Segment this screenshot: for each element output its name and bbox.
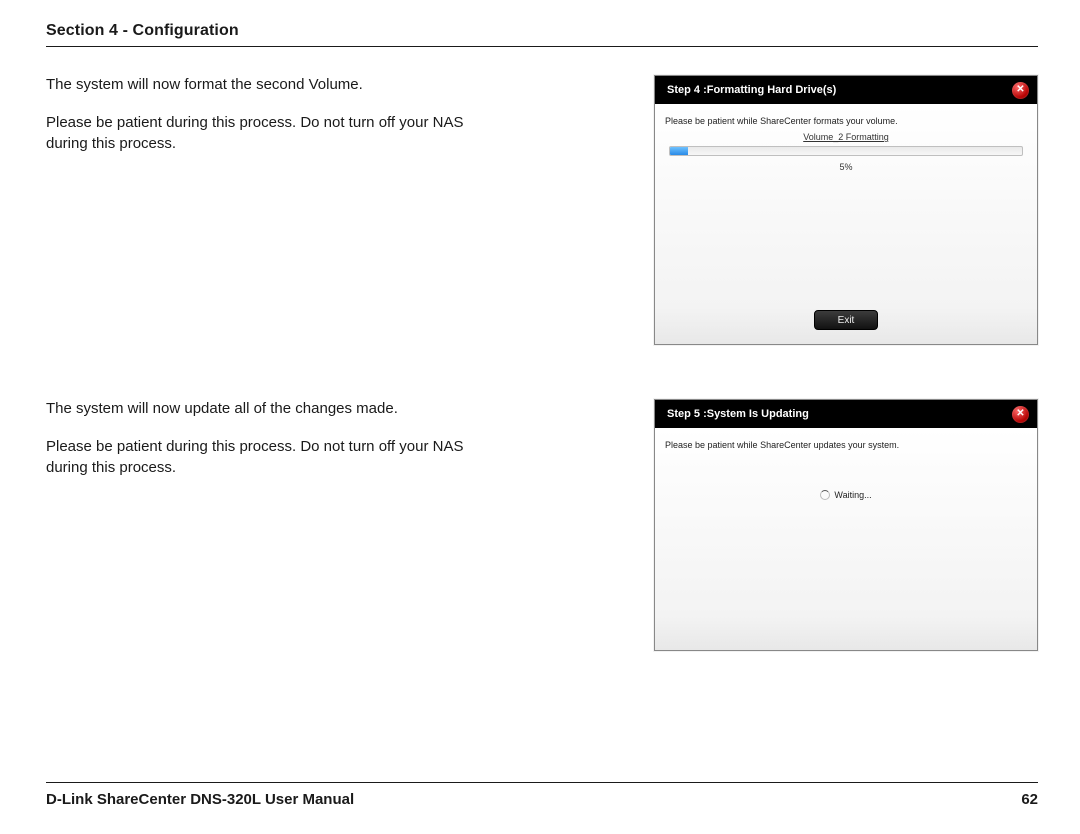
dialog-body: Please be patient while ShareCenter upda… bbox=[655, 428, 1037, 650]
format-dialog: Step 4 :Formatting Hard Drive(s) ✕ Pleas… bbox=[654, 75, 1038, 345]
waiting-indicator: Waiting... bbox=[665, 490, 1027, 500]
dialog-instruction: Please be patient while ShareCenter upda… bbox=[665, 440, 1027, 450]
update-row: The system will now update all of the ch… bbox=[46, 399, 1038, 651]
format-paragraph-2: Please be patient during this process. D… bbox=[46, 113, 466, 154]
close-icon[interactable]: ✕ bbox=[1012, 82, 1029, 99]
progress-fill bbox=[670, 147, 688, 155]
dialog-footer: Exit bbox=[665, 302, 1027, 334]
spinner-icon bbox=[820, 490, 830, 500]
page-number: 62 bbox=[1021, 791, 1038, 808]
page-footer: D-Link ShareCenter DNS-320L User Manual … bbox=[46, 782, 1038, 808]
dialog-header: Step 4 :Formatting Hard Drive(s) ✕ bbox=[655, 76, 1037, 104]
manual-title: D-Link ShareCenter DNS-320L User Manual bbox=[46, 791, 354, 808]
dialog-instruction: Please be patient while ShareCenter form… bbox=[665, 116, 1027, 126]
dialog-title: Step 5 :System Is Updating bbox=[667, 408, 809, 420]
dialog-body: Please be patient while ShareCenter form… bbox=[655, 104, 1037, 344]
progress-percent: 5% bbox=[665, 162, 1027, 172]
update-text: The system will now update all of the ch… bbox=[46, 399, 466, 478]
format-row: The system will now format the second Vo… bbox=[46, 75, 1038, 345]
format-paragraph-1: The system will now format the second Vo… bbox=[46, 75, 466, 95]
dialog-header: Step 5 :System Is Updating ✕ bbox=[655, 400, 1037, 428]
update-paragraph-2: Please be patient during this process. D… bbox=[46, 437, 466, 478]
progress-bar bbox=[669, 146, 1023, 156]
header-rule bbox=[46, 46, 1038, 47]
update-paragraph-1: The system will now update all of the ch… bbox=[46, 399, 466, 419]
update-dialog: Step 5 :System Is Updating ✕ Please be p… bbox=[654, 399, 1038, 651]
section-header: Section 4 - Configuration bbox=[46, 22, 1038, 47]
waiting-label: Waiting... bbox=[834, 490, 871, 500]
section-title: Section 4 - Configuration bbox=[46, 22, 1038, 40]
dialog-title: Step 4 :Formatting Hard Drive(s) bbox=[667, 84, 836, 96]
close-icon[interactable]: ✕ bbox=[1012, 406, 1029, 423]
page-content: The system will now format the second Vo… bbox=[46, 75, 1038, 651]
format-text: The system will now format the second Vo… bbox=[46, 75, 466, 154]
volume-label: Volume_2 Formatting bbox=[665, 132, 1027, 142]
footer-rule bbox=[46, 782, 1038, 783]
exit-button[interactable]: Exit bbox=[814, 310, 878, 330]
